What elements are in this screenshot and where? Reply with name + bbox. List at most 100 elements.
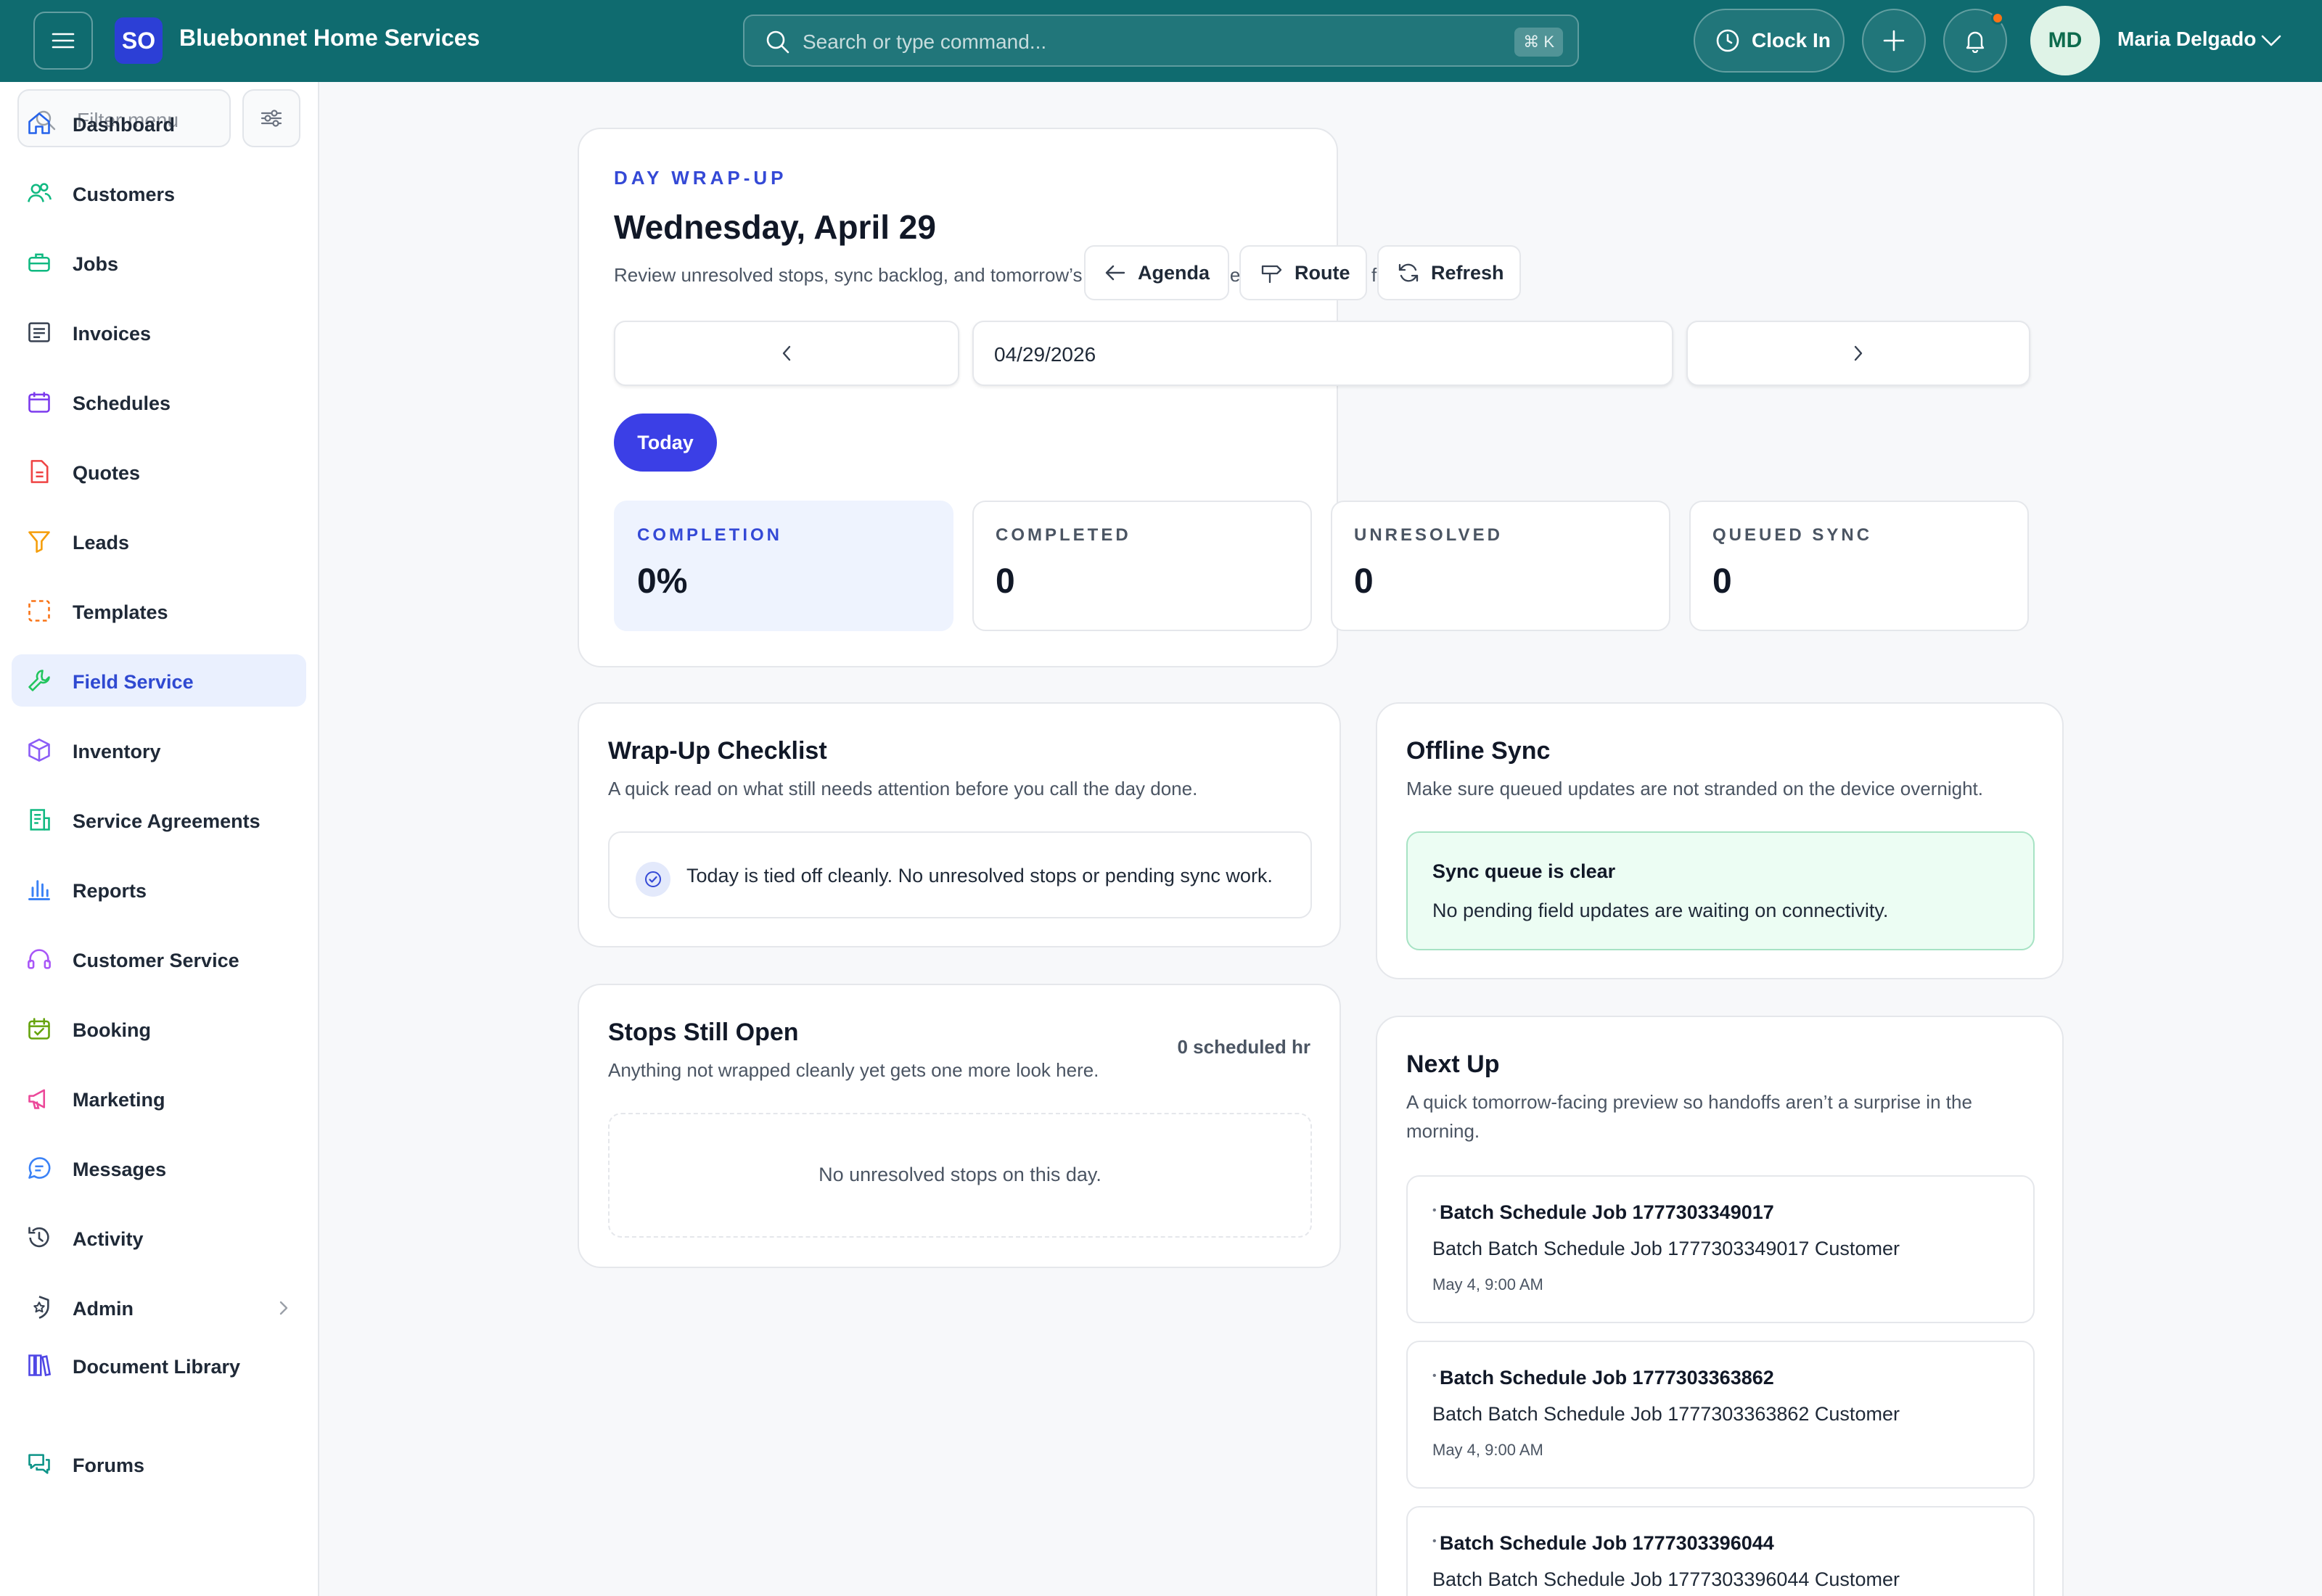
notification-dot <box>1991 12 2004 25</box>
sidebar-item-templates[interactable]: Templates <box>12 585 306 637</box>
invoice-icon <box>26 319 52 345</box>
sidebar-item-label: Customer Service <box>73 950 239 971</box>
company-name[interactable]: Bluebonnet Home Services <box>179 25 480 52</box>
command-search[interactable]: Search or type command... ⌘ K <box>743 15 1579 67</box>
sidebar-item-dashboard[interactable]: Dashboard <box>12 97 306 149</box>
stat-unresolved: UNRESOLVED 0 <box>1331 501 1670 631</box>
clock-icon <box>1716 29 1739 52</box>
next-up-title: Next Up <box>1406 1050 1500 1078</box>
sidebar-item-activity[interactable]: Activity <box>12 1212 306 1264</box>
stat-label: UNRESOLVED <box>1354 525 1503 545</box>
offline-sync-subtitle: Make sure queued updates are not strande… <box>1406 778 1983 799</box>
sidebar-item-marketing[interactable]: Marketing <box>12 1072 306 1124</box>
job-time: May 4, 9:00 AM <box>1432 1441 1543 1459</box>
sidebar-item-jobs[interactable]: Jobs <box>12 236 306 289</box>
checklist-status: Today is tied off cleanly. No unresolved… <box>608 831 1312 918</box>
job-customer: Batch Batch Schedule Job 1777303363862 C… <box>1432 1403 1900 1425</box>
sync-status-title: Sync queue is clear <box>1432 860 1616 882</box>
route-label: Route <box>1295 261 1350 284</box>
sidebar-item-label: Forums <box>73 1455 145 1476</box>
user-name[interactable]: Maria Delgado <box>2117 28 2256 51</box>
stat-completed: COMPLETED 0 <box>972 501 1312 631</box>
hamburger-menu-button[interactable] <box>33 12 93 70</box>
next-up-job[interactable]: • Batch Schedule Job 1777303363862 Batch… <box>1406 1341 2035 1489</box>
sidebar-item-admin[interactable]: Admin <box>12 1281 306 1333</box>
next-up-job[interactable]: • Batch Schedule Job 1777303349017 Batch… <box>1406 1175 2035 1323</box>
sidebar-item-leads[interactable]: Leads <box>12 515 306 567</box>
date-input[interactable]: 04/29/2026 <box>972 321 1673 386</box>
headset-icon <box>26 946 52 972</box>
sidebar-item-label: Inventory <box>73 741 161 762</box>
chevron-right-icon <box>279 1301 288 1315</box>
sidebar-item-invoices[interactable]: Invoices <box>12 306 306 358</box>
stat-completion: COMPLETION 0% <box>614 501 953 631</box>
bullet-dot: • <box>1432 1370 1437 1382</box>
search-placeholder: Search or type command... <box>803 30 1047 53</box>
hamburger-icon <box>52 33 75 49</box>
plus-icon <box>1883 30 1905 52</box>
search-shortcut-badge: ⌘ K <box>1514 28 1563 57</box>
next-up-job[interactable]: • Batch Schedule Job 1777303396044 Batch… <box>1406 1506 2035 1596</box>
sidebar-item-forums[interactable]: Forums <box>12 1438 306 1490</box>
sidebar-item-customers[interactable]: Customers <box>12 167 306 219</box>
refresh-label: Refresh <box>1431 261 1504 284</box>
clock-in-button[interactable]: Clock In <box>1694 9 1845 73</box>
sidebar-item-service-agreements[interactable]: Service Agreements <box>12 794 306 846</box>
sidebar-item-schedules[interactable]: Schedules <box>12 376 306 428</box>
forum-icon <box>26 1451 52 1477</box>
add-new-button[interactable] <box>1862 9 1926 73</box>
next-up-subtitle-line2: morning. <box>1406 1120 1480 1142</box>
sidebar-item-label: Activity <box>73 1228 144 1250</box>
briefcase-icon <box>26 250 52 276</box>
check-circle-icon <box>636 862 670 897</box>
bar-chart-icon <box>26 876 52 902</box>
users-icon <box>26 180 52 206</box>
chevron-right-icon <box>1854 345 1863 361</box>
next-up-subtitle-line1: A quick tomorrow-facing preview so hando… <box>1406 1091 1972 1113</box>
agenda-button[interactable]: Agenda <box>1084 245 1229 300</box>
sidebar-item-document-library[interactable]: Document Library <box>12 1339 306 1391</box>
chevron-left-icon <box>782 345 791 361</box>
sidebar-item-quotes[interactable]: Quotes <box>12 445 306 498</box>
stat-value: 0 <box>1354 562 1374 601</box>
chevron-down-icon[interactable] <box>2260 30 2283 51</box>
sidebar-item-label: Leads <box>73 532 130 554</box>
sidebar-item-label: Reports <box>73 880 147 902</box>
stat-label: COMPLETED <box>996 525 1131 545</box>
calendar-check-icon <box>26 1016 52 1042</box>
sidebar-item-booking[interactable]: Booking <box>12 1003 306 1055</box>
job-customer: Batch Batch Schedule Job 1777303396044 C… <box>1432 1568 1900 1590</box>
bullet-dot: • <box>1432 1535 1437 1547</box>
library-icon <box>26 1352 52 1378</box>
stat-value: 0 <box>996 562 1015 601</box>
stops-subtitle: Anything not wrapped cleanly yet gets on… <box>608 1059 1099 1081</box>
sidebar-item-label: Schedules <box>73 392 171 414</box>
agreement-icon <box>26 807 52 833</box>
job-title: Batch Schedule Job 1777303396044 <box>1440 1532 1774 1554</box>
page-title: Wednesday, April 29 <box>614 208 936 246</box>
sidebar-item-messages[interactable]: Messages <box>12 1142 306 1194</box>
user-avatar[interactable]: MD <box>2030 6 2100 75</box>
sidebar-item-customer-service[interactable]: Customer Service <box>12 933 306 985</box>
sidebar-item-field-service[interactable]: Field Service <box>12 654 306 707</box>
sidebar-item-label: Service Agreements <box>73 810 260 832</box>
sidebar-item-reports[interactable]: Reports <box>12 863 306 916</box>
sidebar-item-label: Jobs <box>73 253 119 275</box>
today-button[interactable]: Today <box>614 414 717 472</box>
refresh-button[interactable]: Refresh <box>1377 245 1521 300</box>
chat-icon <box>26 1155 52 1181</box>
sidebar-item-label: Quotes <box>73 462 141 484</box>
company-logo[interactable]: SO <box>115 17 163 64</box>
stops-title: Stops Still Open <box>608 1019 799 1046</box>
sidebar-item-label: Invoices <box>73 323 152 345</box>
route-button[interactable]: Route <box>1239 245 1367 300</box>
arrow-left-icon <box>1105 265 1125 281</box>
stops-empty-state: No unresolved stops on this day. <box>608 1113 1312 1238</box>
sidebar-item-inventory[interactable]: Inventory <box>12 724 306 776</box>
stat-label: COMPLETION <box>637 525 782 545</box>
sidebar: Filter menu Dashboard Customers Jobs Invoic… <box>0 82 319 1596</box>
previous-day-button[interactable] <box>614 321 959 386</box>
refresh-icon <box>1398 263 1419 282</box>
next-day-button[interactable] <box>1686 321 2030 386</box>
checklist-subtitle: A quick read on what still needs attenti… <box>608 778 1198 799</box>
